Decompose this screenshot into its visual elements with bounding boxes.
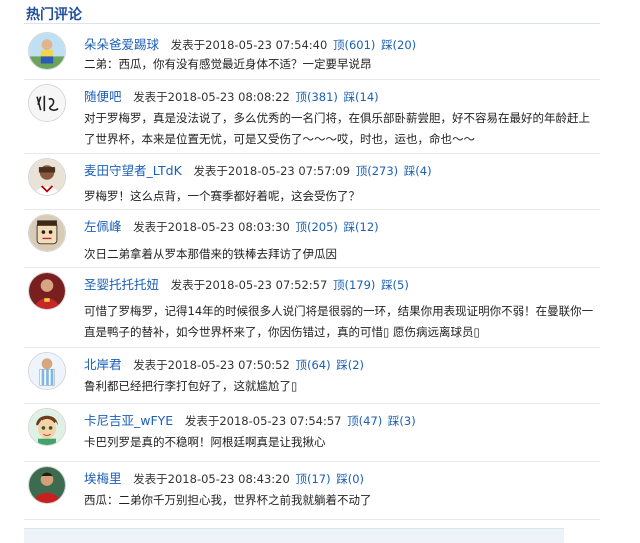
comment-username[interactable]: 麦田守望者_LTdK — [84, 163, 182, 178]
comment-text: 西瓜：二弟你千万别担心我，世界杯之前我就躺着不动了 — [84, 493, 372, 507]
argentina-kit-avatar-icon[interactable] — [28, 352, 66, 390]
upvote-link[interactable]: 顶(64) — [295, 358, 330, 372]
upvote-link[interactable]: 顶(381) — [295, 90, 337, 104]
comment-item: 北岸君 发表于2018-05-23 07:50:52 顶(64) 踩(2) 鲁利… — [24, 348, 600, 404]
upvote-link[interactable]: 顶(205) — [295, 220, 337, 234]
cartoon-face-avatar-icon[interactable] — [28, 214, 66, 252]
comment-username[interactable]: 卡尼吉亚_wFYE — [84, 413, 173, 428]
downvote-link[interactable]: 踩(20) — [381, 38, 416, 52]
upvote-link[interactable]: 顶(17) — [295, 472, 330, 486]
comment-username[interactable]: 埃梅里 — [84, 471, 122, 486]
comment-timestamp: 发表于2018-05-23 07:50:52 — [133, 358, 290, 372]
comment-username[interactable]: 左佩峰 — [84, 219, 122, 234]
comment-item: 埃梅里 发表于2018-05-23 08:43:20 顶(17) 踩(0) 西瓜… — [24, 462, 600, 520]
comment-text: 可惜了罗梅罗，记得14年的时候很多人说门将是很弱的一环，结果你用表现证明你不弱！… — [84, 304, 594, 339]
comment-item: 左佩峰 发表于2018-05-23 08:03:30 顶(205) 踩(12) … — [24, 210, 600, 268]
downvote-link[interactable]: 踩(4) — [404, 164, 432, 178]
downvote-link[interactable]: 踩(0) — [336, 472, 364, 486]
downvote-link[interactable]: 踩(2) — [336, 358, 364, 372]
red-jersey-avatar-icon[interactable] — [28, 272, 66, 310]
upvote-link[interactable]: 顶(601) — [333, 38, 375, 52]
comment-username[interactable]: 朵朵爸爱踢球 — [84, 37, 159, 52]
comment-username[interactable]: 北岸君 — [84, 357, 122, 372]
comment-input-area[interactable] — [24, 528, 564, 543]
comment-item: 随便吧 发表于2018-05-23 08:08:22 顶(381) 踩(14) … — [24, 80, 600, 154]
comment-timestamp: 发表于2018-05-23 07:54:57 — [184, 414, 342, 428]
comment-text: 鲁利都已经把行李打包好了，这就尴尬了▯ — [84, 379, 298, 393]
upvote-link[interactable]: 顶(273) — [356, 164, 398, 178]
comment-item: 卡尼吉亚_wFYE 发表于2018-05-23 07:54:57 顶(47) 踩… — [24, 404, 600, 462]
comment-username[interactable]: 圣婴托托托妞 — [84, 277, 159, 292]
comment-timestamp: 发表于2018-05-23 07:52:57 — [170, 278, 328, 292]
downvote-link[interactable]: 踩(14) — [344, 90, 379, 104]
comment-timestamp: 发表于2018-05-23 07:54:40 — [170, 38, 328, 52]
comment-text: 卡巴列罗是真的不稳啊！阿根廷啊真是让我揪心 — [84, 435, 326, 449]
comment-text: 罗梅罗！这么点背，一个赛季都好着呢，这会受伤了？ — [84, 189, 360, 203]
comment-text: 二弟：西瓜，你有没有感觉最近身体不适？一定要早说昂 — [84, 57, 372, 71]
upvote-link[interactable]: 顶(179) — [333, 278, 375, 292]
anime-boy-avatar-icon[interactable] — [28, 408, 66, 446]
comment-item: 圣婴托托托妞 发表于2018-05-23 07:52:57 顶(179) 踩(5… — [24, 268, 600, 348]
comment-timestamp: 发表于2018-05-23 08:08:22 — [133, 90, 290, 104]
hot-comments-header: 热门评论 — [24, 2, 600, 24]
comment-text: 对于罗梅罗，真是没法说了，多么优秀的一名门将，在俱乐部卧薪尝胆，好不容易在最好的… — [84, 111, 590, 146]
downvote-link[interactable]: 踩(3) — [388, 414, 416, 428]
comment-item: 朵朵爸爱踢球 发表于2018-05-23 07:54:40 顶(601) 踩(2… — [24, 28, 600, 80]
hot-comments-title: 热门评论 — [26, 7, 82, 23]
comment-item: 麦田守望者_LTdK 发表于2018-05-23 07:57:09 顶(273)… — [24, 154, 600, 210]
portrait-avatar-icon[interactable] — [28, 158, 66, 196]
comment-timestamp: 发表于2018-05-23 08:43:20 — [133, 472, 290, 486]
handwriting-avatar-icon[interactable] — [28, 84, 66, 122]
downvote-link[interactable]: 踩(12) — [344, 220, 379, 234]
comment-username[interactable]: 随便吧 — [84, 89, 122, 104]
downvote-link[interactable]: 踩(5) — [381, 278, 409, 292]
red-shirt-avatar-icon[interactable] — [28, 466, 66, 504]
player-avatar-icon[interactable] — [28, 32, 66, 70]
comment-timestamp: 发表于2018-05-23 08:03:30 — [133, 220, 290, 234]
comment-timestamp: 发表于2018-05-23 07:57:09 — [193, 164, 351, 178]
comment-text: 次日二弟拿着从罗本那借来的铁棒去拜访了伊瓜因 — [84, 247, 337, 261]
upvote-link[interactable]: 顶(47) — [347, 414, 382, 428]
